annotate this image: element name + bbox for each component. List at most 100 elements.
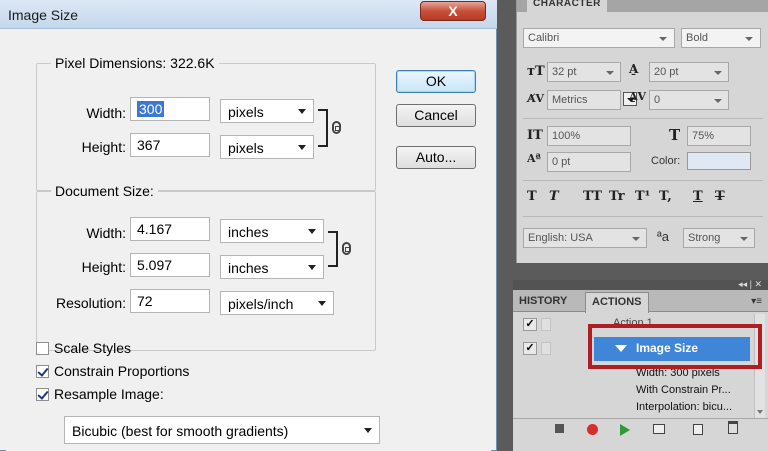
stop-icon[interactable] (555, 424, 564, 433)
resolution-input[interactable]: 72 (130, 289, 210, 313)
small-caps-button[interactable]: Tr (609, 189, 625, 204)
kerning-select[interactable]: Metrics (547, 90, 621, 110)
divider (523, 180, 763, 181)
chevron-down-icon (714, 71, 722, 75)
font-style-select[interactable]: Bold (681, 28, 761, 48)
doc-width-input[interactable]: 4.167 (130, 217, 210, 241)
chevron-down-icon (606, 71, 614, 75)
underline-button[interactable]: T (693, 189, 703, 204)
language-select[interactable]: English: USA (523, 228, 647, 248)
tab-history[interactable]: HISTORY (519, 295, 567, 307)
image-size-dialog: Image Size X Pixel Dimensions: 322.6K Wi… (0, 0, 497, 451)
leading-icon: A̱ (629, 62, 639, 76)
font-size-icon: ᴛT (527, 64, 545, 79)
tab-character[interactable]: CHARACTER (527, 0, 607, 12)
constrain-proportions-checkbox[interactable] (36, 365, 49, 378)
font-size-select[interactable]: 32 pt (547, 62, 621, 82)
close-button[interactable]: X (420, 1, 486, 21)
superscript-button[interactable]: T¹ (635, 189, 650, 204)
document-size-legend: Document Size: (51, 183, 158, 199)
highlight-box (588, 324, 762, 369)
actions-toolbar (513, 418, 768, 438)
toggle-item-checkbox[interactable]: ✓ (523, 342, 537, 355)
doc-constrain-bracket (328, 231, 338, 267)
dialog-titlebar[interactable]: Image Size X (0, 0, 497, 29)
vertical-scale-input[interactable]: 100% (547, 126, 631, 146)
panel-collapse-icon[interactable]: ◂◂ | ✕ (738, 279, 762, 290)
baseline-shift-input[interactable]: 0 pt (547, 152, 631, 172)
action-step-detail: Interpolation: bicu... (636, 401, 733, 413)
chevron-down-icon (714, 99, 722, 103)
scale-styles-checkbox[interactable] (36, 342, 49, 355)
resample-image-checkbox[interactable] (36, 388, 49, 401)
chevron-down-icon (740, 237, 748, 241)
all-caps-button[interactable]: TT (583, 189, 602, 204)
pixel-height-label: Height: (81, 139, 126, 155)
resolution-label: Resolution: (55, 295, 126, 311)
doc-width-unit-select[interactable]: inches (220, 219, 324, 243)
divider (523, 216, 763, 217)
baseline-shift-icon: Aª (527, 152, 541, 165)
panel-menu-icon[interactable]: ▾≡ (751, 296, 762, 307)
chevron-down-icon (318, 301, 326, 306)
pixel-height-input[interactable]: 367 (130, 133, 210, 157)
scroll-down-icon[interactable] (757, 410, 763, 414)
chevron-down-icon (298, 109, 306, 114)
chevron-down-icon (364, 428, 372, 433)
chevron-down-icon (298, 145, 306, 150)
antialias-select[interactable]: Strong (683, 228, 755, 248)
record-icon[interactable] (587, 424, 598, 435)
doc-width-label: Width: (86, 225, 126, 241)
doc-height-label: Height: (81, 259, 126, 275)
cancel-button[interactable]: Cancel (396, 104, 476, 127)
ok-button[interactable]: OK (396, 70, 476, 93)
pixel-height-unit-select[interactable]: pixels (220, 135, 314, 159)
resample-image-label: Resample Image: (54, 386, 164, 402)
auto-button[interactable]: Auto... (396, 146, 476, 169)
strikethrough-button[interactable]: T (715, 189, 725, 204)
link-chain-icon (332, 121, 341, 134)
tracking-select[interactable]: 0 (649, 90, 729, 110)
chevron-down-icon (632, 237, 640, 241)
pixel-dimensions-legend: Pixel Dimensions: 322.6K (51, 55, 219, 71)
panel-header: ◂◂ | ✕ (513, 279, 768, 290)
chevron-down-icon (308, 229, 316, 234)
vertical-scale-icon: IT (527, 128, 543, 143)
pixel-width-unit-select[interactable]: pixels (220, 99, 314, 123)
trash-icon[interactable] (728, 421, 738, 434)
link-chain-icon (342, 242, 351, 255)
toggle-dialog-box[interactable] (541, 318, 551, 331)
pixel-constrain-bracket (318, 109, 328, 147)
dialog-title: Image Size (8, 7, 79, 23)
chevron-down-icon (745, 37, 753, 41)
subscript-button[interactable]: T, (659, 189, 672, 204)
leading-select[interactable]: 20 pt (649, 62, 729, 82)
panel-tabbar: HISTORY ACTIONS ▾≡ (513, 290, 768, 313)
horizontal-scale-icon: T (669, 126, 681, 144)
font-family-select[interactable]: Calibri (523, 28, 675, 48)
play-icon[interactable] (620, 424, 630, 436)
resolution-unit-select[interactable]: pixels/inch (220, 291, 334, 315)
doc-height-unit-select[interactable]: inches (220, 255, 324, 279)
pixel-width-input[interactable]: 300 (130, 97, 210, 121)
tracking-icon: A̱V (629, 90, 647, 103)
toggle-item-checkbox[interactable]: ✓ (523, 318, 537, 331)
color-label: Color: (651, 155, 681, 167)
pixel-width-label: Width: (86, 105, 126, 121)
new-set-icon[interactable] (653, 424, 665, 434)
color-swatch[interactable] (687, 152, 751, 170)
toggle-dialog-box[interactable] (541, 342, 551, 355)
pixel-dimensions-size: 322.6K (170, 55, 215, 71)
horizontal-scale-input[interactable]: 75% (687, 126, 751, 146)
resample-method-select[interactable]: Bicubic (best for smooth gradients) (64, 416, 380, 444)
scale-styles-label: Scale Styles (54, 340, 132, 356)
doc-height-input[interactable]: 5.097 (130, 253, 210, 277)
action-step-detail: With Constrain Pr... (636, 384, 731, 396)
tab-actions[interactable]: ACTIONS (585, 292, 649, 313)
faux-italic-button[interactable]: T (549, 189, 559, 204)
new-action-icon[interactable] (693, 424, 703, 435)
divider (523, 118, 763, 119)
chevron-down-icon (659, 37, 667, 41)
constrain-proportions-label: Constrain Proportions (54, 363, 190, 379)
faux-bold-button[interactable]: T (527, 189, 537, 204)
